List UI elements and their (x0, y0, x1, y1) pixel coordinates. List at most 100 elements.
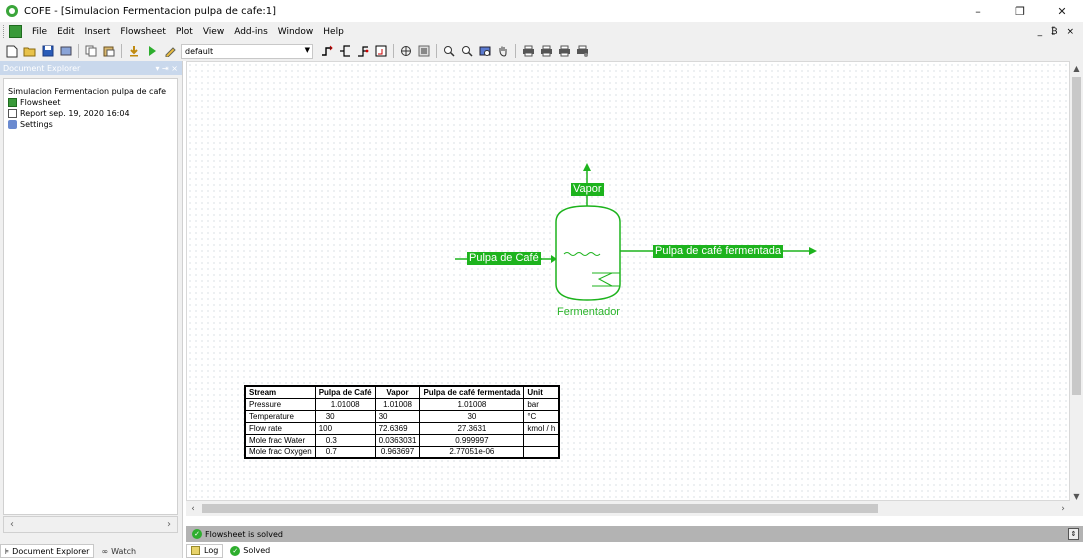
tree-item-report[interactable]: Report sep. 19, 2020 16:04 (8, 108, 173, 119)
unit-label-fermenter[interactable]: Fermentador (557, 306, 620, 318)
table-row: Mole frac Oxygen 0.7 0.963697 2.77051e-0… (244, 445, 560, 459)
table-cell: bar (523, 397, 560, 411)
open-folder-icon[interactable] (22, 43, 38, 59)
tree-tab-icon: ⊧ (5, 546, 10, 556)
tab-log[interactable]: Log (186, 543, 224, 558)
table-header-cell: Pulpa de café fermentada (419, 385, 525, 399)
document-icon[interactable] (9, 25, 22, 38)
stream-table[interactable]: Stream Pulpa de Café Vapor Pulpa de café… (244, 385, 561, 459)
tab-watch[interactable]: ∞ Watch (96, 544, 142, 558)
list-icon[interactable] (416, 43, 432, 59)
paste-icon[interactable] (101, 43, 117, 59)
tree-item-label: Report sep. 19, 2020 16:04 (20, 109, 130, 118)
status-bar: ✓ Flowsheet is solved ⇕ (186, 526, 1083, 542)
stream-label-product[interactable]: Pulpa de café fermentada (653, 245, 783, 258)
zoom-out-icon[interactable] (459, 43, 475, 59)
horizontal-scroll-thumb[interactable] (202, 504, 878, 513)
zoom-in-icon[interactable] (441, 43, 457, 59)
route-stream-icon[interactable] (337, 43, 353, 59)
save-icon[interactable] (40, 43, 56, 59)
tree-root[interactable]: Simulacion Fermentacion pulpa de cafe (8, 86, 173, 97)
mdi-controls[interactable]: _ ₿ × (1038, 26, 1077, 37)
stream-label-feed[interactable]: Pulpa de Café (467, 252, 541, 265)
menu-insert[interactable]: Insert (80, 27, 116, 37)
check-icon: ✓ (230, 545, 241, 556)
page-setup-icon[interactable] (574, 43, 590, 59)
configuration-select[interactable]: default ▼ (181, 43, 313, 59)
tab-solved[interactable]: ✓ Solved (225, 544, 275, 558)
pan-hand-icon[interactable] (495, 43, 511, 59)
pencil-icon[interactable] (162, 43, 178, 59)
menu-flowsheet[interactable]: Flowsheet (115, 27, 171, 37)
table-cell: 1.01008 (374, 397, 421, 411)
restore-button[interactable]: ❐ (999, 0, 1041, 22)
table-header-cell: Pulpa de Café (314, 385, 376, 399)
menu-window[interactable]: Window (273, 27, 319, 37)
expand-log-button[interactable]: ⇕ (1068, 528, 1079, 540)
table-cell: 27.3631 (419, 421, 525, 435)
connect-stream-icon[interactable] (319, 43, 335, 59)
table-cell: 0.0363031 (374, 433, 421, 447)
minimize-button[interactable]: – (957, 0, 999, 22)
table-cell: 30 (374, 409, 421, 423)
print-setup-icon[interactable] (556, 43, 572, 59)
scroll-left-icon[interactable]: ‹ (10, 519, 14, 530)
glasses-icon: ∞ (101, 546, 109, 556)
table-cell: 0.7 (314, 445, 376, 459)
table-cell (523, 445, 560, 459)
table-cell: °C (523, 409, 560, 423)
run-icon[interactable] (144, 43, 160, 59)
table-cell: Pressure (244, 397, 316, 411)
download-icon[interactable] (126, 43, 142, 59)
properties-icon[interactable] (58, 43, 74, 59)
table-cell: 0.3 (314, 433, 376, 447)
horizontal-scrollbar[interactable]: ‹ › (186, 501, 1070, 516)
menu-edit[interactable]: Edit (52, 27, 79, 37)
menu-add-ins[interactable]: Add-ins (229, 27, 273, 37)
menu-view[interactable]: View (198, 27, 229, 37)
tree-item-flowsheet[interactable]: Flowsheet (8, 97, 173, 108)
tree-horizontal-scrollbar[interactable]: ‹ › (3, 516, 178, 533)
document-tree: Simulacion Fermentacion pulpa de cafe Fl… (3, 78, 178, 515)
tree-item-settings[interactable]: Settings (8, 119, 173, 130)
print-icon[interactable] (520, 43, 536, 59)
toolbar-separator (515, 44, 516, 58)
table-cell: 30 (314, 409, 376, 423)
menu-file[interactable]: File (27, 27, 52, 37)
scroll-left-icon[interactable]: ‹ (186, 501, 200, 516)
table-cell (523, 433, 560, 447)
menu-grip[interactable] (3, 25, 6, 38)
table-row: Temperature 30 30 30 °C (244, 409, 560, 423)
toolbar: default ▼ (0, 41, 1083, 61)
configuration-select-value: default (185, 46, 214, 56)
print-preview-icon[interactable] (538, 43, 554, 59)
split-stream-icon[interactable] (355, 43, 371, 59)
tree-item-label: Settings (20, 120, 53, 129)
close-button[interactable]: ✕ (1041, 0, 1083, 22)
flowsheet-canvas[interactable]: Pulpa de Café Vapor Pulpa de café fermen… (186, 61, 1070, 501)
copy-icon[interactable] (83, 43, 99, 59)
table-cell: 1.01008 (314, 397, 376, 411)
scroll-right-icon[interactable]: › (167, 519, 171, 530)
toolbar-separator (436, 44, 437, 58)
table-row: Flow rate 100 72.6369 27.3631 kmol / h (244, 421, 560, 435)
stream-label-vapor[interactable]: Vapor (571, 183, 604, 196)
vertical-scroll-thumb[interactable] (1072, 77, 1081, 395)
target-icon[interactable] (398, 43, 414, 59)
new-file-icon[interactable] (4, 43, 20, 59)
menu-help[interactable]: Help (318, 27, 349, 37)
vertical-scrollbar[interactable]: ▲ ▼ (1070, 61, 1083, 516)
panel-controls[interactable]: ▾ ⇥ × (155, 64, 178, 73)
scroll-right-icon[interactable]: › (1056, 501, 1070, 516)
tab-document-explorer[interactable]: ⊧ Document Explorer (0, 544, 95, 558)
zoom-fit-icon[interactable] (477, 43, 493, 59)
scroll-up-icon[interactable]: ▲ (1070, 61, 1083, 75)
menu-bar: File Edit Insert Flowsheet Plot View Add… (0, 22, 1083, 41)
log-tabs: Log ✓ Solved (186, 543, 277, 558)
menu-plot[interactable]: Plot (171, 27, 198, 37)
scroll-down-icon[interactable]: ▼ (1070, 489, 1083, 503)
table-cell: 1.01008 (419, 397, 525, 411)
explorer-tabs: ⊧ Document Explorer ∞ Watch (0, 542, 183, 558)
tab-label: Log (204, 546, 219, 555)
unit-box-icon[interactable] (373, 43, 389, 59)
